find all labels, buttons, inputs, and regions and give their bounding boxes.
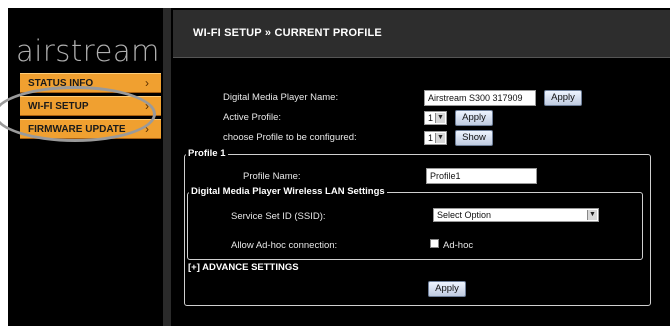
- main-panel: WI-FI SETUP » CURRENT PROFILE Digital Me…: [171, 8, 670, 326]
- sidebar-item-label: STATUS INFO: [28, 78, 94, 89]
- player-name-label: Digital Media Player Name:: [223, 92, 339, 103]
- ssid-select[interactable]: Select Option ▼: [433, 208, 599, 222]
- adhoc-checkbox-label: Ad-hoc: [443, 240, 474, 251]
- show-button[interactable]: Show: [455, 130, 493, 146]
- ssid-label: Service Set ID (SSID):: [231, 211, 326, 222]
- profile-name-input[interactable]: Profile1: [426, 168, 537, 184]
- sidebar-item-firmware-update[interactable]: FIRMWARE UPDATE ›: [20, 119, 161, 139]
- wlan-legend: Digital Media Player Wireless LAN Settin…: [189, 186, 387, 197]
- page-header: WI-FI SETUP » CURRENT PROFILE: [173, 10, 670, 58]
- active-profile-apply-button[interactable]: Apply: [455, 110, 493, 126]
- chevron-right-icon: ›: [145, 122, 149, 136]
- dropdown-arrow-icon: ▼: [435, 113, 445, 123]
- chevron-right-icon: ›: [145, 76, 149, 90]
- choose-profile-select[interactable]: 1 ▼: [424, 131, 447, 145]
- advance-settings-toggle[interactable]: [+] ADVANCE SETTINGS: [188, 262, 299, 273]
- select-value: 1: [428, 113, 434, 123]
- profile-legend: Profile 1: [186, 148, 228, 159]
- active-profile-select[interactable]: 1 ▼: [424, 111, 447, 125]
- player-name-apply-button[interactable]: Apply: [544, 90, 582, 106]
- sidebar-item-label: WI-FI SETUP: [28, 101, 89, 112]
- sidebar: airstream STATUS INFO › WI-FI SETUP › FI…: [8, 8, 163, 326]
- select-value: 1: [428, 133, 434, 143]
- sidebar-item-label: FIRMWARE UPDATE: [28, 124, 126, 135]
- choose-profile-label: choose Profile to be configured:: [223, 132, 357, 143]
- adhoc-label: Allow Ad-hoc connection:: [231, 240, 338, 251]
- divider: [163, 8, 171, 326]
- app-frame: airstream STATUS INFO › WI-FI SETUP › FI…: [0, 0, 670, 326]
- page-title: WI-FI SETUP » CURRENT PROFILE: [193, 27, 382, 39]
- profile-apply-button[interactable]: Apply: [428, 281, 466, 297]
- chevron-right-icon: ›: [145, 99, 149, 113]
- sidebar-item-status-info[interactable]: STATUS INFO ›: [20, 73, 161, 93]
- profile-name-label: Profile Name:: [243, 171, 301, 182]
- select-value: Select Option: [437, 210, 492, 220]
- sidebar-item-wifi-setup[interactable]: WI-FI SETUP ›: [20, 96, 161, 116]
- airstream-logo: airstream: [16, 34, 160, 68]
- adhoc-checkbox[interactable]: [430, 239, 439, 248]
- active-profile-label: Active Profile:: [223, 112, 282, 123]
- player-name-input[interactable]: Airstream S300 317909: [424, 90, 536, 106]
- dropdown-arrow-icon: ▼: [587, 210, 597, 220]
- dropdown-arrow-icon: ▼: [435, 133, 445, 143]
